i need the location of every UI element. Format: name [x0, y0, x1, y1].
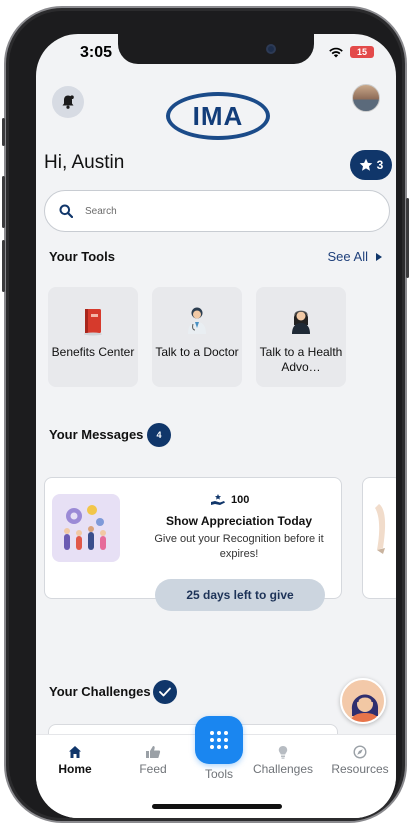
app-screen: 3:05 15 IMA Hi, Austin 3 Search Your Too… — [36, 34, 396, 818]
hand-star-icon — [211, 494, 225, 505]
greeting: Hi, Austin — [44, 152, 125, 173]
messages-count-badge: 4 — [147, 423, 171, 447]
message-card-next[interactable] — [362, 477, 396, 599]
see-all-link[interactable]: See All — [328, 249, 382, 264]
tool-card-benefits-center[interactable]: Benefits Center — [48, 287, 138, 387]
phone-frame: 3:05 15 IMA Hi, Austin 3 Search Your Too… — [2, 6, 409, 823]
stars-badge[interactable]: 3 — [350, 150, 392, 180]
tab-label: Home — [58, 762, 92, 776]
your-challenges-title: Your Challenges — [49, 684, 151, 699]
tab-challenges[interactable]: Challenges — [248, 745, 318, 776]
volume-up-button — [2, 176, 5, 228]
power-button — [406, 198, 409, 278]
tab-label: Challenges — [252, 762, 314, 776]
doctor-icon — [188, 307, 206, 334]
home-icon — [69, 746, 81, 758]
points-reward: 100 — [211, 494, 249, 506]
tab-tools-label[interactable]: Tools — [195, 767, 243, 781]
chat-assistant-button[interactable] — [340, 678, 386, 724]
tab-home[interactable]: Home — [40, 745, 110, 776]
compass-icon — [353, 745, 367, 759]
star-icon — [359, 158, 372, 171]
chevron-right-icon — [376, 252, 382, 261]
challenges-check-badge — [153, 680, 177, 704]
advocate-icon — [292, 310, 310, 334]
points-value: 100 — [231, 494, 250, 506]
search-bar[interactable] — [44, 190, 390, 232]
notification-bell-button[interactable] — [52, 86, 84, 118]
days-left-button[interactable]: 25 days left to give — [155, 579, 325, 611]
home-indicator — [152, 804, 282, 809]
message-description: Give out your Recognition before it expi… — [154, 533, 324, 560]
volume-down-button — [2, 240, 5, 292]
tab-feed[interactable]: Feed — [118, 745, 188, 776]
search-icon — [59, 204, 73, 218]
message-title: Show Appreciation Today — [165, 514, 312, 528]
battery-icon: 15 — [350, 46, 374, 58]
grid-icon — [210, 731, 228, 749]
status-time: 3:05 — [80, 44, 113, 61]
message-card-thumbnail — [375, 504, 386, 554]
message-card[interactable]: 100 Show Appreciation Today Give out you… — [44, 477, 342, 611]
wifi-icon — [329, 47, 343, 58]
tool-label: Benefits Center — [51, 345, 135, 359]
your-messages-title: Your Messages — [49, 427, 144, 442]
tools-grid-button[interactable] — [195, 716, 243, 764]
lightbulb-icon — [278, 746, 288, 759]
tool-label: Talk to a Health Advo… — [259, 345, 343, 374]
tab-label: Resources — [331, 762, 389, 776]
ima-logo: IMA — [166, 92, 270, 140]
see-all-label: See All — [327, 249, 368, 264]
tool-label: Talk to a Doctor — [155, 345, 239, 359]
thumbs-up-icon — [146, 746, 161, 758]
stars-count: 3 — [376, 158, 384, 172]
notch — [118, 34, 314, 64]
mute-switch — [2, 118, 5, 146]
camera — [266, 44, 276, 54]
check-icon — [159, 687, 171, 697]
status-icons: 15 — [328, 46, 374, 58]
appreciation-illustration — [52, 494, 120, 562]
tab-resources[interactable]: Resources — [325, 745, 395, 776]
tool-card-talk-to-doctor[interactable]: Talk to a Doctor — [152, 287, 242, 387]
search-input[interactable] — [85, 205, 345, 217]
your-tools-title: Your Tools — [49, 249, 115, 264]
tab-label: Feed — [139, 762, 167, 776]
user-avatar[interactable] — [352, 84, 380, 112]
tool-card-health-advocate[interactable]: Talk to a Health Advo… — [256, 287, 346, 387]
assistant-avatar-icon — [350, 694, 380, 722]
logo-text: IMA — [192, 100, 244, 131]
book-icon — [84, 309, 102, 336]
bell-icon — [62, 95, 74, 109]
